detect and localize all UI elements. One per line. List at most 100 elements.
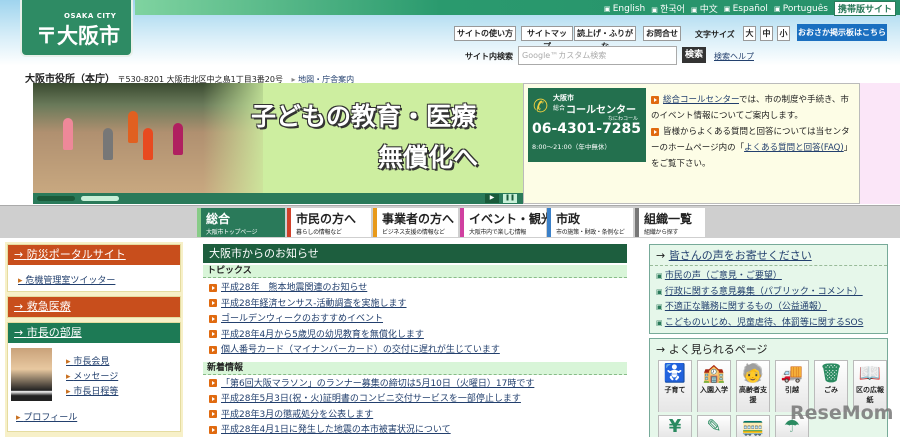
mayor-schedule-link[interactable]: 市長日程等 [66, 384, 118, 397]
lang-portuguese[interactable]: Português [774, 4, 828, 14]
train-icon: 🚃 [741, 416, 765, 437]
bullet-icon [209, 314, 217, 323]
voice-link[interactable]: 行政に関する意見募集（パブリック・コメント） [665, 287, 863, 297]
bullet-icon [209, 283, 217, 292]
disaster-box: 防災ポータルサイト 危機管理室ツイッター [7, 244, 181, 292]
mayor-room-link[interactable]: 市長の部屋 [8, 323, 180, 343]
side-panel [860, 83, 900, 204]
mayor-press-link[interactable]: 市長会見 [66, 354, 109, 367]
phone-number: 06-4301-7285 [532, 121, 642, 137]
bbs-button[interactable]: おおさか掲示板はこちら [797, 24, 887, 41]
mayor-message-link[interactable]: メッセージ [66, 369, 118, 382]
school-icon: 🏫 [702, 363, 726, 384]
popular-title: よく見られるページ [668, 343, 768, 356]
bullet-icon [651, 127, 659, 136]
pause-icon[interactable]: ❚❚ [503, 194, 517, 203]
hero-banner[interactable]: 子どもの教育・医療 無償化へ ▶ ❚❚ [33, 83, 523, 204]
osaka-city-logo[interactable]: OSAKA CITY 〒大阪市 [20, 0, 133, 57]
forms-button[interactable]: ✎ [697, 415, 731, 437]
font-large-button[interactable]: 大 [743, 26, 756, 41]
arrow-icon: → [656, 343, 669, 356]
bullet-icon [209, 394, 217, 403]
faq-link[interactable]: よくある質問と回答(FAQ) [744, 143, 844, 153]
voice-link[interactable]: 市民の声（ご意見・ご要望） [665, 271, 782, 281]
topic-link[interactable]: 個人番号カード（マイナンバーカード）の交付に遅れが生じています [221, 345, 500, 355]
news-link[interactable]: 平成28年5月3日(祝・火)証明書のコンビニ交付サービスを一部停止します [221, 394, 521, 404]
news-link[interactable]: 平成28年4月1日に発生した地震の本市被害状況について [221, 425, 451, 435]
bullet-icon [209, 425, 217, 434]
nav-citizens[interactable]: 市民の方へ 暮らしの情報など [287, 208, 371, 237]
topic-link[interactable]: 平成28年 熊本地震関連のお知らせ [221, 283, 367, 293]
arrow-icon: → [656, 249, 669, 262]
language-bar: English 한국어 中文 Español Português 携帯版サイト [604, 1, 896, 16]
voice-title-link[interactable]: 皆さんの声をお寄せください [669, 249, 812, 262]
voice-link[interactable]: こどものいじめ、児童虐待、体罰等に関するSOS [665, 318, 864, 328]
news-link[interactable]: 「第6回大阪マラソン」のランナー募集の締切は5月10日（火曜日）17時です [221, 379, 534, 389]
call-center-info: 総合コールセンターでは、市の制度や手続き、市のイベント情報についてご案内します。 [651, 95, 849, 121]
lang-korean[interactable]: 한국어 [651, 2, 685, 15]
search-label: サイト内検索 [465, 52, 513, 61]
banner-headline: 子どもの教育・医療 [251, 102, 477, 131]
nav-general[interactable]: 総合 大阪市トップページ [197, 208, 285, 237]
twitter-link[interactable]: 危機管理室ツイッター [18, 273, 115, 286]
slider-controls: ▶ ❚❚ [33, 193, 523, 204]
bullet-icon [209, 330, 217, 338]
lang-english[interactable]: English [604, 4, 646, 14]
voice-box: → 皆さんの声をお寄せください 市民の声（ご意見・ご要望） 行政に関する意見募集… [649, 244, 888, 334]
global-nav: 総合 大阪市トップページ 市民の方へ 暮らしの情報など 事業者の方へ ビジネス支援の情… [0, 205, 900, 238]
lang-chinese[interactable]: 中文 [691, 2, 718, 15]
emergency-medical-link[interactable]: 救急医療 [8, 297, 180, 317]
book-icon: 📖 [858, 363, 882, 384]
voice-link[interactable]: 不適正な職務に関するもの（公益通報） [665, 302, 827, 312]
bullet-icon [209, 299, 217, 307]
nav-city-admin[interactable]: 市政 市の施策・財政・条例など [547, 208, 633, 237]
school-entry-button[interactable]: 🏫 入園入学 [697, 360, 731, 412]
contact-button[interactable]: お問合せ [643, 26, 681, 41]
lang-spanish[interactable]: Español [724, 4, 768, 14]
tax-button[interactable]: ¥ [658, 415, 692, 437]
bullet-icon [209, 410, 217, 418]
disaster-portal-link[interactable]: 防災ポータルサイト [8, 245, 180, 265]
news-link[interactable]: 平成28年3月の懲戒処分を公表します [221, 410, 373, 420]
site-usage-button[interactable]: サイトの使い方 [454, 26, 516, 41]
bullet-icon [651, 95, 659, 104]
nav-events[interactable]: イベント・観光 大阪市内で楽しむ情報 [460, 208, 553, 237]
new-info-label: 新着情報 [203, 361, 627, 375]
play-icon[interactable]: ▶ [485, 194, 499, 203]
call-center-box: ✆ 大阪市 総合 コールセンター なにわコール 06-4301-7285 8:0… [528, 88, 646, 162]
slide-indicator-1[interactable] [37, 196, 75, 201]
mobile-site-link[interactable]: 携帯版サイト [833, 1, 896, 16]
topic-link[interactable]: ゴールデンウィークのおすすめイベント [221, 314, 383, 324]
font-size-label: 文字サイズ [695, 30, 735, 39]
call-center-link[interactable]: 総合コールセンター [663, 95, 739, 105]
childcare-button[interactable]: 🚼 子育て [658, 360, 692, 412]
search-button[interactable]: 検索 [682, 47, 706, 63]
transit-button[interactable]: 🚃 [736, 415, 770, 437]
profile-link[interactable]: プロフィール [16, 410, 77, 423]
font-small-button[interactable]: 小 [777, 26, 790, 41]
resemom-watermark: ReseMom [790, 402, 894, 424]
read-aloud-button[interactable]: 読上げ・ふりがな [574, 26, 636, 51]
font-medium-button[interactable]: 中 [760, 26, 773, 41]
nav-organization[interactable]: 組織一覧 組織から探す [635, 208, 705, 237]
topics-label: トピックス [203, 265, 627, 278]
slide-indicator-2[interactable] [81, 196, 119, 201]
elderly-support-button[interactable]: 🧓 高齢者支援 [736, 360, 770, 412]
news-title: 大阪市からのお知らせ [203, 244, 627, 263]
mayor-photo [11, 348, 52, 401]
emergency-box: 救急医療 [7, 296, 181, 318]
search-help-link[interactable]: 検索ヘルプ [714, 51, 754, 62]
nav-business[interactable]: 事業者の方へ ビジネス支援の情報など [373, 208, 458, 237]
topic-link[interactable]: 平成28年4月から5歳児の幼児教育を無償化します [221, 330, 424, 340]
elderly-icon: 🧓 [741, 363, 765, 384]
form-icon: ✎ [706, 416, 722, 437]
bullet-icon [209, 379, 217, 387]
left-sidebar: 防災ポータルサイト 危機管理室ツイッター 救急医療 市長の部屋 市長会見 メッセ… [5, 242, 183, 437]
truck-icon: 🚚 [780, 363, 804, 384]
search-input[interactable]: Google™カスタム検索 [518, 46, 677, 65]
sitemap-button[interactable]: サイトマップ [521, 26, 573, 51]
topic-link[interactable]: 平成28年経済センサス-活動調査を実施します [221, 299, 407, 309]
stroller-icon: 🚼 [663, 363, 687, 384]
banner-subheadline: 無償化へ [378, 143, 479, 172]
bullet-icon [209, 345, 217, 354]
